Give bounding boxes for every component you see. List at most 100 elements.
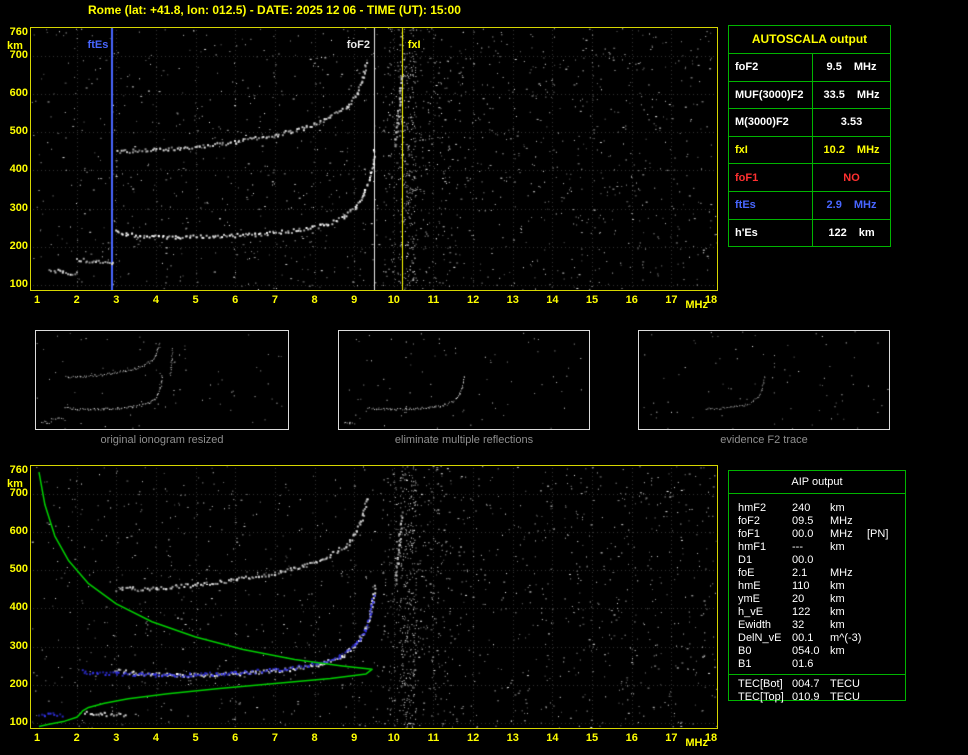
aip-row: ymE 20 km: [738, 593, 899, 606]
aip-row: hmF1 --- km: [738, 541, 899, 554]
aip-row: D1 00.0: [738, 554, 899, 567]
value-text: 2.9: [826, 199, 842, 212]
x-axis-tick: 14: [546, 732, 559, 744]
value-text: NO: [843, 171, 860, 184]
marker-label-ftEs: ftEs: [85, 39, 111, 51]
value-cell: 10.2 MHz: [813, 137, 890, 164]
unit-cell: [830, 554, 867, 567]
x-axis-tick: 12: [466, 294, 480, 306]
x-axis-tick: 13: [506, 732, 519, 744]
y-axis-tick: 760: [9, 26, 28, 39]
y-axis-tick: 400: [9, 163, 28, 176]
value-cell: ---: [792, 541, 803, 553]
unit-text: km: [858, 226, 875, 239]
value-cell: 240: [792, 502, 811, 514]
value-cell: 004.7: [792, 678, 820, 690]
y-axis-tick: 500: [9, 563, 28, 576]
extra-cell: [867, 691, 899, 704]
value-cell: 010.9: [792, 691, 820, 703]
param-cell: Ewidth: [738, 619, 772, 631]
x-axis-tick: 6: [232, 294, 239, 306]
y-axis-tick: 200: [9, 239, 28, 252]
x-axis-tick: 7: [271, 294, 278, 306]
x-axis-tick: 16: [625, 294, 638, 306]
x-axis-tick: 5: [192, 294, 199, 306]
param-cell: foF2: [738, 515, 761, 527]
unit-text: MHz: [856, 88, 880, 101]
value-cell: 01.6: [792, 658, 814, 670]
value-cell: 122 km: [813, 220, 890, 247]
unit-text: MHz: [856, 144, 880, 157]
value-cell: 110: [792, 580, 810, 592]
autoscala-screen: Rome (lat: +41.8, lon: 012.5) - DATE: 20…: [0, 0, 968, 755]
unit-text: MHz: [853, 199, 877, 212]
param-cell: ymE: [738, 593, 760, 605]
thumbnail-caption: eliminate multiple reflections: [394, 434, 534, 446]
marker-label-fxI: fxI: [405, 39, 423, 51]
param-cell: h_vE: [738, 606, 764, 618]
autoscala-row: foF2 9.5 MHz: [729, 54, 890, 82]
x-axis-unit-label: MHz: [685, 737, 708, 749]
param-cell: M(3000)F2: [729, 109, 813, 136]
y-axis-unit-label: km: [7, 40, 23, 53]
unit-cell: km: [830, 619, 845, 631]
autoscala-output-table: AUTOSCALA output foF2 9.5 MHz MUF(3000)F2 33…: [728, 25, 891, 248]
x-axis-tick: 11: [427, 732, 440, 744]
unit-cell: TECU: [830, 678, 860, 690]
thumbnail-caption: original ionogram resized: [100, 434, 224, 446]
aip-tec-row: TEC[Top] 010.9 TECU: [738, 691, 899, 704]
aip-table-header: AIP output: [729, 471, 905, 494]
extra-cell: [867, 580, 899, 593]
unit-cell: MHz: [830, 515, 853, 527]
param-cell: D1: [738, 554, 753, 566]
x-axis-tick: 16: [625, 732, 638, 744]
unit-text: MHz: [853, 61, 877, 74]
aip-tec-row: TEC[Bot] 004.7 TECU: [738, 678, 899, 691]
autoscala-row: ftEs 2.9 MHz: [729, 191, 890, 220]
value-cell: 00.0: [792, 554, 814, 566]
autoscala-row: MUF(3000)F2 33.5 MHz: [729, 81, 890, 110]
marker-label-foF2: foF2: [344, 39, 372, 51]
thumbnail-3: [638, 330, 890, 430]
value-cell: 33.5 MHz: [813, 82, 890, 109]
value-cell: 2.9 MHz: [813, 192, 890, 219]
aip-row: Ewidth 32 km: [738, 619, 899, 632]
x-axis-tick: 4: [152, 732, 159, 744]
x-axis-tick: 9: [351, 294, 358, 306]
y-axis-tick: 100: [9, 277, 28, 290]
param-cell: MUF(3000)F2: [729, 81, 813, 109]
unit-cell: km: [830, 502, 845, 514]
aip-row: DelN_vE 00.1 m^(-3): [738, 632, 899, 645]
value-text: 3.53: [840, 116, 863, 129]
y-axis-tick: 400: [9, 601, 28, 614]
y-axis-tick: 600: [9, 87, 28, 100]
autoscala-table-rows: foF2 9.5 MHz MUF(3000)F2 33.5 MHz M(3000)F2 3.5…: [729, 54, 890, 247]
param-cell: B0: [738, 645, 752, 657]
value-text: 9.5: [826, 61, 842, 74]
x-axis-tick: 6: [232, 732, 239, 744]
autoscala-row: foF1 NO: [729, 164, 890, 192]
param-cell: foF1: [729, 164, 813, 191]
x-axis-unit-label: MHz: [685, 299, 708, 311]
value-text: 122: [828, 226, 847, 239]
param-cell: h'Es: [729, 219, 813, 247]
y-axis-tick: 600: [9, 525, 28, 538]
extra-cell: [867, 515, 899, 528]
extra-cell: [867, 606, 899, 619]
value-cell: 09.5: [792, 515, 814, 527]
aip-row: B1 01.6: [738, 658, 899, 671]
x-axis-tick: 12: [466, 732, 480, 744]
unit-cell: [830, 658, 867, 671]
value-cell: 9.5 MHz: [813, 54, 890, 81]
x-axis-tick: 14: [546, 294, 559, 306]
param-cell: foF1: [738, 528, 761, 540]
unit-cell: TECU: [830, 691, 860, 703]
thumbnail-canvas: [339, 331, 589, 429]
autoscala-row: h'Es 122 km: [729, 219, 890, 247]
aip-row: h_vE 122 km: [738, 606, 899, 619]
param-cell: fxI: [729, 136, 813, 164]
x-axis-tick: 10: [387, 732, 400, 744]
ionogram-canvas: [31, 466, 717, 728]
param-cell: TEC[Bot]: [738, 678, 783, 690]
param-cell: hmF1: [738, 541, 767, 553]
